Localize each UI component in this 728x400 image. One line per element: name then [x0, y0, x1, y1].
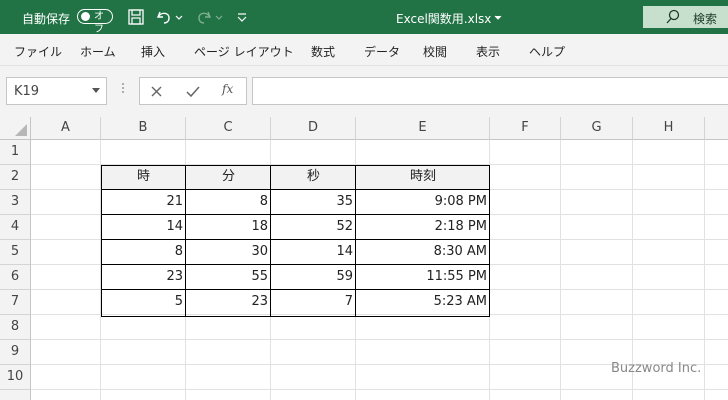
tab-view[interactable]: 表示 [476, 43, 500, 60]
table-cell[interactable]: 8:30 AM [356, 240, 490, 265]
column-header-h[interactable]: H [633, 117, 705, 140]
search-icon [666, 9, 680, 24]
tab-help[interactable]: ヘルプ [529, 43, 565, 60]
table-cell[interactable]: 55 [186, 265, 271, 290]
select-all-button[interactable] [0, 117, 31, 140]
table-cell[interactable]: 8 [101, 240, 186, 265]
title-dropdown-icon[interactable] [493, 8, 503, 26]
table-cell[interactable]: 23 [186, 290, 271, 315]
cancel-icon[interactable] [150, 85, 163, 98]
table-cell[interactable]: 59 [271, 265, 356, 290]
formula-bar: K19 fx [0, 66, 728, 117]
row-header-6[interactable]: 6 [0, 265, 31, 290]
row-header-10[interactable]: 10 [0, 365, 31, 390]
save-icon[interactable] [127, 8, 145, 26]
table-cell[interactable]: 14 [101, 215, 186, 240]
table-cell[interactable]: 11:55 PM [356, 265, 490, 290]
table-header-cell[interactable]: 秒 [271, 165, 356, 190]
ribbon-tabs: ファイル ホーム 挿入 ページ レイアウト 数式 データ 校閲 表示 ヘルプ [0, 34, 728, 66]
worksheet-grid[interactable]: A B C D E F G H 1 2 3 4 5 6 7 8 9 10 時 分… [0, 117, 728, 400]
search-label: 検索 [693, 12, 718, 26]
row-header-9[interactable]: 9 [0, 340, 31, 365]
customize-qat-icon[interactable] [236, 8, 248, 26]
table-border [101, 214, 490, 215]
table-border [185, 165, 186, 317]
watermark: Buzzword Inc. [611, 361, 702, 376]
splitter-dots-icon[interactable] [121, 82, 125, 96]
row-header-2[interactable]: 2 [0, 165, 31, 190]
tab-home[interactable]: ホーム [80, 43, 116, 60]
column-header-d[interactable]: D [271, 117, 356, 140]
row-header-5[interactable]: 5 [0, 240, 31, 265]
table-border [101, 239, 490, 240]
table-border [270, 165, 271, 317]
table-header-cell[interactable]: 分 [186, 165, 271, 190]
tab-insert[interactable]: 挿入 [141, 43, 165, 60]
table-cell[interactable]: 18 [186, 215, 271, 240]
autosave-state: オフ [94, 11, 104, 35]
table-border [101, 189, 490, 190]
table-border [355, 165, 356, 317]
table-cell[interactable]: 9:08 PM [356, 190, 490, 215]
toggle-knob [81, 12, 90, 21]
table-cell[interactable]: 14 [271, 240, 356, 265]
column-header-c[interactable]: C [186, 117, 271, 140]
title-bar: 自動保存 オフ Excel関数用.xlsx 検索 [0, 0, 728, 35]
redo-icon[interactable] [195, 8, 213, 26]
tab-data[interactable]: データ [364, 43, 400, 60]
chevron-down-icon[interactable] [92, 88, 100, 93]
insert-function-button[interactable]: fx [222, 82, 233, 96]
gridline [560, 140, 561, 400]
undo-icon[interactable] [155, 8, 173, 26]
table-header-cell[interactable]: 時刻 [356, 165, 490, 190]
name-box-value: K19 [14, 84, 40, 99]
column-header-i[interactable] [705, 117, 728, 140]
autosave-label: 自動保存 [22, 12, 71, 26]
formula-input[interactable] [252, 77, 728, 105]
table-cell[interactable]: 2:18 PM [356, 215, 490, 240]
tab-page-layout[interactable]: ページ レイアウト [194, 43, 294, 60]
table-cell[interactable]: 21 [101, 190, 186, 215]
table-cell[interactable]: 5:23 AM [356, 290, 490, 315]
table-cell[interactable]: 35 [271, 190, 356, 215]
column-header-a[interactable]: A [31, 117, 101, 140]
column-header-b[interactable]: B [101, 117, 186, 140]
autosave-toggle[interactable]: オフ [77, 9, 113, 35]
search-box[interactable]: 検索 [643, 6, 728, 28]
formula-buttons: fx [139, 77, 247, 105]
column-header-e[interactable]: E [356, 117, 490, 140]
redo-dropdown-icon[interactable] [214, 8, 224, 26]
row-header-4[interactable]: 4 [0, 215, 31, 240]
column-header-g[interactable]: G [561, 117, 633, 140]
table-border [101, 264, 490, 265]
enter-icon[interactable] [186, 85, 200, 98]
undo-dropdown-icon[interactable] [174, 8, 184, 26]
tab-review[interactable]: 校閲 [423, 43, 447, 60]
table-cell[interactable]: 30 [186, 240, 271, 265]
row-header-8[interactable]: 8 [0, 315, 31, 340]
gridline [31, 339, 728, 340]
gridline [704, 140, 705, 400]
tab-formulas[interactable]: 数式 [311, 43, 335, 60]
row-header-3[interactable]: 3 [0, 190, 31, 215]
table-cell[interactable]: 52 [271, 215, 356, 240]
row-header-11[interactable] [0, 390, 31, 400]
table-border [101, 289, 490, 290]
column-header-f[interactable]: F [490, 117, 561, 140]
table-cell[interactable]: 5 [101, 290, 186, 315]
table-cell[interactable]: 8 [186, 190, 271, 215]
table-header-cell[interactable]: 時 [101, 165, 186, 190]
table-cell[interactable]: 7 [271, 290, 356, 315]
table-cell[interactable]: 23 [101, 265, 186, 290]
document-title: Excel関数用.xlsx [396, 12, 492, 26]
row-header-7[interactable]: 7 [0, 290, 31, 315]
row-header-1[interactable]: 1 [0, 140, 31, 165]
tab-file[interactable]: ファイル [14, 43, 62, 60]
gridline [31, 389, 728, 390]
name-box[interactable]: K19 [6, 77, 107, 105]
